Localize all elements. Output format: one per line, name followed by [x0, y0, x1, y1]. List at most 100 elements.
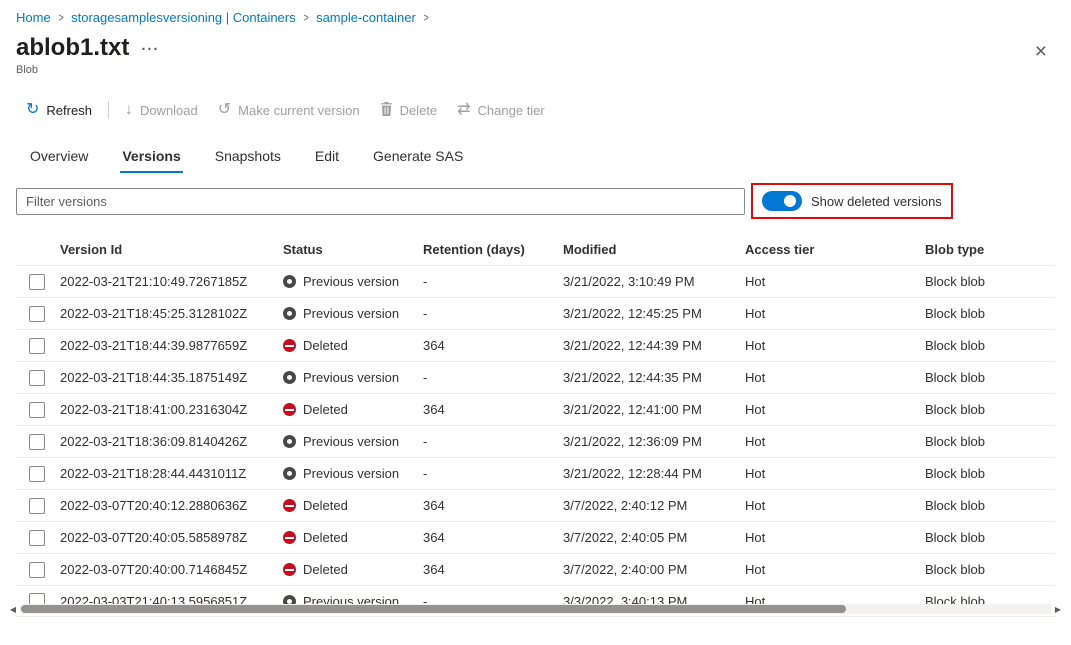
download-button[interactable]: ↓ Download [115, 97, 208, 124]
tab-versions[interactable]: Versions [120, 140, 182, 173]
row-checkbox-cell [16, 530, 60, 546]
status-cell: Previous version [283, 434, 423, 449]
refresh-label: Refresh [46, 103, 92, 118]
version-id-cell: 2022-03-21T21:10:49.7267185Z [60, 274, 283, 289]
blob-type-cell: Block blob [925, 274, 1055, 289]
status-label: Deleted [303, 530, 348, 545]
breadcrumb-link-home[interactable]: Home [16, 10, 51, 25]
row-checkbox[interactable] [29, 402, 45, 418]
previous-version-status-icon [283, 371, 296, 384]
modified-cell: 3/21/2022, 12:44:39 PM [563, 338, 745, 353]
blob-type-cell: Block blob [925, 498, 1055, 513]
filter-row: Show deleted versions [16, 183, 1055, 219]
breadcrumb: Home > storagesamplesversioning | Contai… [16, 0, 1055, 25]
refresh-button[interactable]: ↻ Refresh [16, 97, 102, 124]
access-tier-cell: Hot [745, 498, 925, 513]
make-current-version-button[interactable]: ↺ Make current version [208, 97, 370, 124]
delete-label: Delete [400, 103, 438, 118]
retention-cell: - [423, 306, 563, 321]
table-row[interactable]: 2022-03-21T18:28:44.4431011Z Previous ve… [16, 457, 1055, 489]
row-checkbox-cell [16, 338, 60, 354]
modified-cell: 3/21/2022, 12:28:44 PM [563, 466, 745, 481]
show-deleted-versions-toggle[interactable] [762, 191, 802, 211]
row-checkbox-cell [16, 562, 60, 578]
modified-cell: 3/21/2022, 12:41:00 PM [563, 402, 745, 417]
scrollbar-thumb[interactable] [21, 605, 846, 613]
row-checkbox[interactable] [29, 530, 45, 546]
table-row[interactable]: 2022-03-21T18:44:39.9877659Z Deleted 364… [16, 329, 1055, 361]
blob-type-cell: Block blob [925, 338, 1055, 353]
blob-type-cell: Block blob [925, 530, 1055, 545]
status-label: Previous version [303, 274, 399, 289]
deleted-status-icon [283, 563, 296, 576]
deleted-status-icon [283, 403, 296, 416]
row-checkbox[interactable] [29, 562, 45, 578]
access-tier-cell: Hot [745, 530, 925, 545]
version-id-cell: 2022-03-21T18:45:25.3128102Z [60, 306, 283, 321]
tab-edit[interactable]: Edit [313, 140, 341, 173]
download-icon: ↓ [125, 103, 133, 117]
column-header-access-tier: Access tier [745, 242, 925, 257]
blob-type-cell: Block blob [925, 466, 1055, 481]
make-current-version-label: Make current version [238, 103, 359, 118]
delete-button[interactable]: Delete [370, 96, 448, 125]
status-label: Deleted [303, 338, 348, 353]
scrollbar-track[interactable] [20, 604, 1051, 614]
access-tier-cell: Hot [745, 562, 925, 577]
table-row[interactable]: 2022-03-21T18:45:25.3128102Z Previous ve… [16, 297, 1055, 329]
scroll-left-icon[interactable]: ◀ [6, 605, 20, 614]
version-id-cell: 2022-03-21T18:36:09.8140426Z [60, 434, 283, 449]
retention-cell: - [423, 370, 563, 385]
table-row[interactable]: 2022-03-21T18:41:00.2316304Z Deleted 364… [16, 393, 1055, 425]
row-checkbox[interactable] [29, 370, 45, 386]
retention-cell: 364 [423, 498, 563, 513]
retention-cell: 364 [423, 402, 563, 417]
show-deleted-versions-highlight-box: Show deleted versions [751, 183, 953, 219]
row-checkbox[interactable] [29, 466, 45, 482]
tab-snapshots[interactable]: Snapshots [213, 140, 283, 173]
tab-generate-sas[interactable]: Generate SAS [371, 140, 465, 173]
delete-icon [380, 102, 393, 119]
blob-detail-page: Home > storagesamplesversioning | Contai… [0, 0, 1071, 617]
row-checkbox[interactable] [29, 338, 45, 354]
status-cell: Deleted [283, 338, 423, 353]
table-row[interactable]: 2022-03-07T20:40:12.2880636Z Deleted 364… [16, 489, 1055, 521]
previous-version-status-icon [283, 275, 296, 288]
breadcrumb-link-sample-container[interactable]: sample-container [316, 10, 416, 25]
table-row[interactable]: 2022-03-21T18:36:09.8140426Z Previous ve… [16, 425, 1055, 457]
horizontal-scrollbar[interactable]: ◀ ▶ [6, 602, 1065, 616]
status-cell: Previous version [283, 306, 423, 321]
table-row[interactable]: 2022-03-07T20:40:00.7146845Z Deleted 364… [16, 553, 1055, 585]
tab-overview[interactable]: Overview [28, 140, 90, 173]
blob-type-label: Blob [16, 64, 1055, 76]
table-body: 2022-03-21T21:10:49.7267185Z Previous ve… [16, 265, 1055, 617]
filter-versions-input[interactable] [16, 188, 745, 215]
toolbar-separator [108, 101, 109, 119]
row-checkbox-cell [16, 498, 60, 514]
version-id-cell: 2022-03-07T20:40:05.5858978Z [60, 530, 283, 545]
refresh-icon: ↻ [26, 103, 39, 117]
row-checkbox[interactable] [29, 306, 45, 322]
row-checkbox[interactable] [29, 274, 45, 290]
breadcrumb-link-storage-account-containers[interactable]: storagesamplesversioning | Containers [71, 10, 296, 25]
breadcrumb-separator-icon: > [58, 11, 63, 24]
version-id-cell: 2022-03-07T20:40:12.2880636Z [60, 498, 283, 513]
status-label: Previous version [303, 306, 399, 321]
close-icon[interactable]: × [1035, 42, 1047, 62]
blob-type-cell: Block blob [925, 434, 1055, 449]
table-row[interactable]: 2022-03-21T18:44:35.1875149Z Previous ve… [16, 361, 1055, 393]
show-deleted-versions-label: Show deleted versions [811, 194, 942, 209]
change-tier-button[interactable]: ⇄ Change tier [447, 97, 555, 124]
row-checkbox[interactable] [29, 498, 45, 514]
more-options-button[interactable]: ··· [141, 41, 159, 58]
modified-cell: 3/21/2022, 12:45:25 PM [563, 306, 745, 321]
table-row[interactable]: 2022-03-21T21:10:49.7267185Z Previous ve… [16, 265, 1055, 297]
previous-version-status-icon [283, 435, 296, 448]
table-header: Version Id Status Retention (days) Modif… [16, 233, 1055, 265]
row-checkbox[interactable] [29, 434, 45, 450]
table-row[interactable]: 2022-03-07T20:40:05.5858978Z Deleted 364… [16, 521, 1055, 553]
scroll-right-icon[interactable]: ▶ [1051, 605, 1065, 614]
version-id-cell: 2022-03-21T18:28:44.4431011Z [60, 466, 283, 481]
status-cell: Deleted [283, 498, 423, 513]
blob-type-cell: Block blob [925, 370, 1055, 385]
